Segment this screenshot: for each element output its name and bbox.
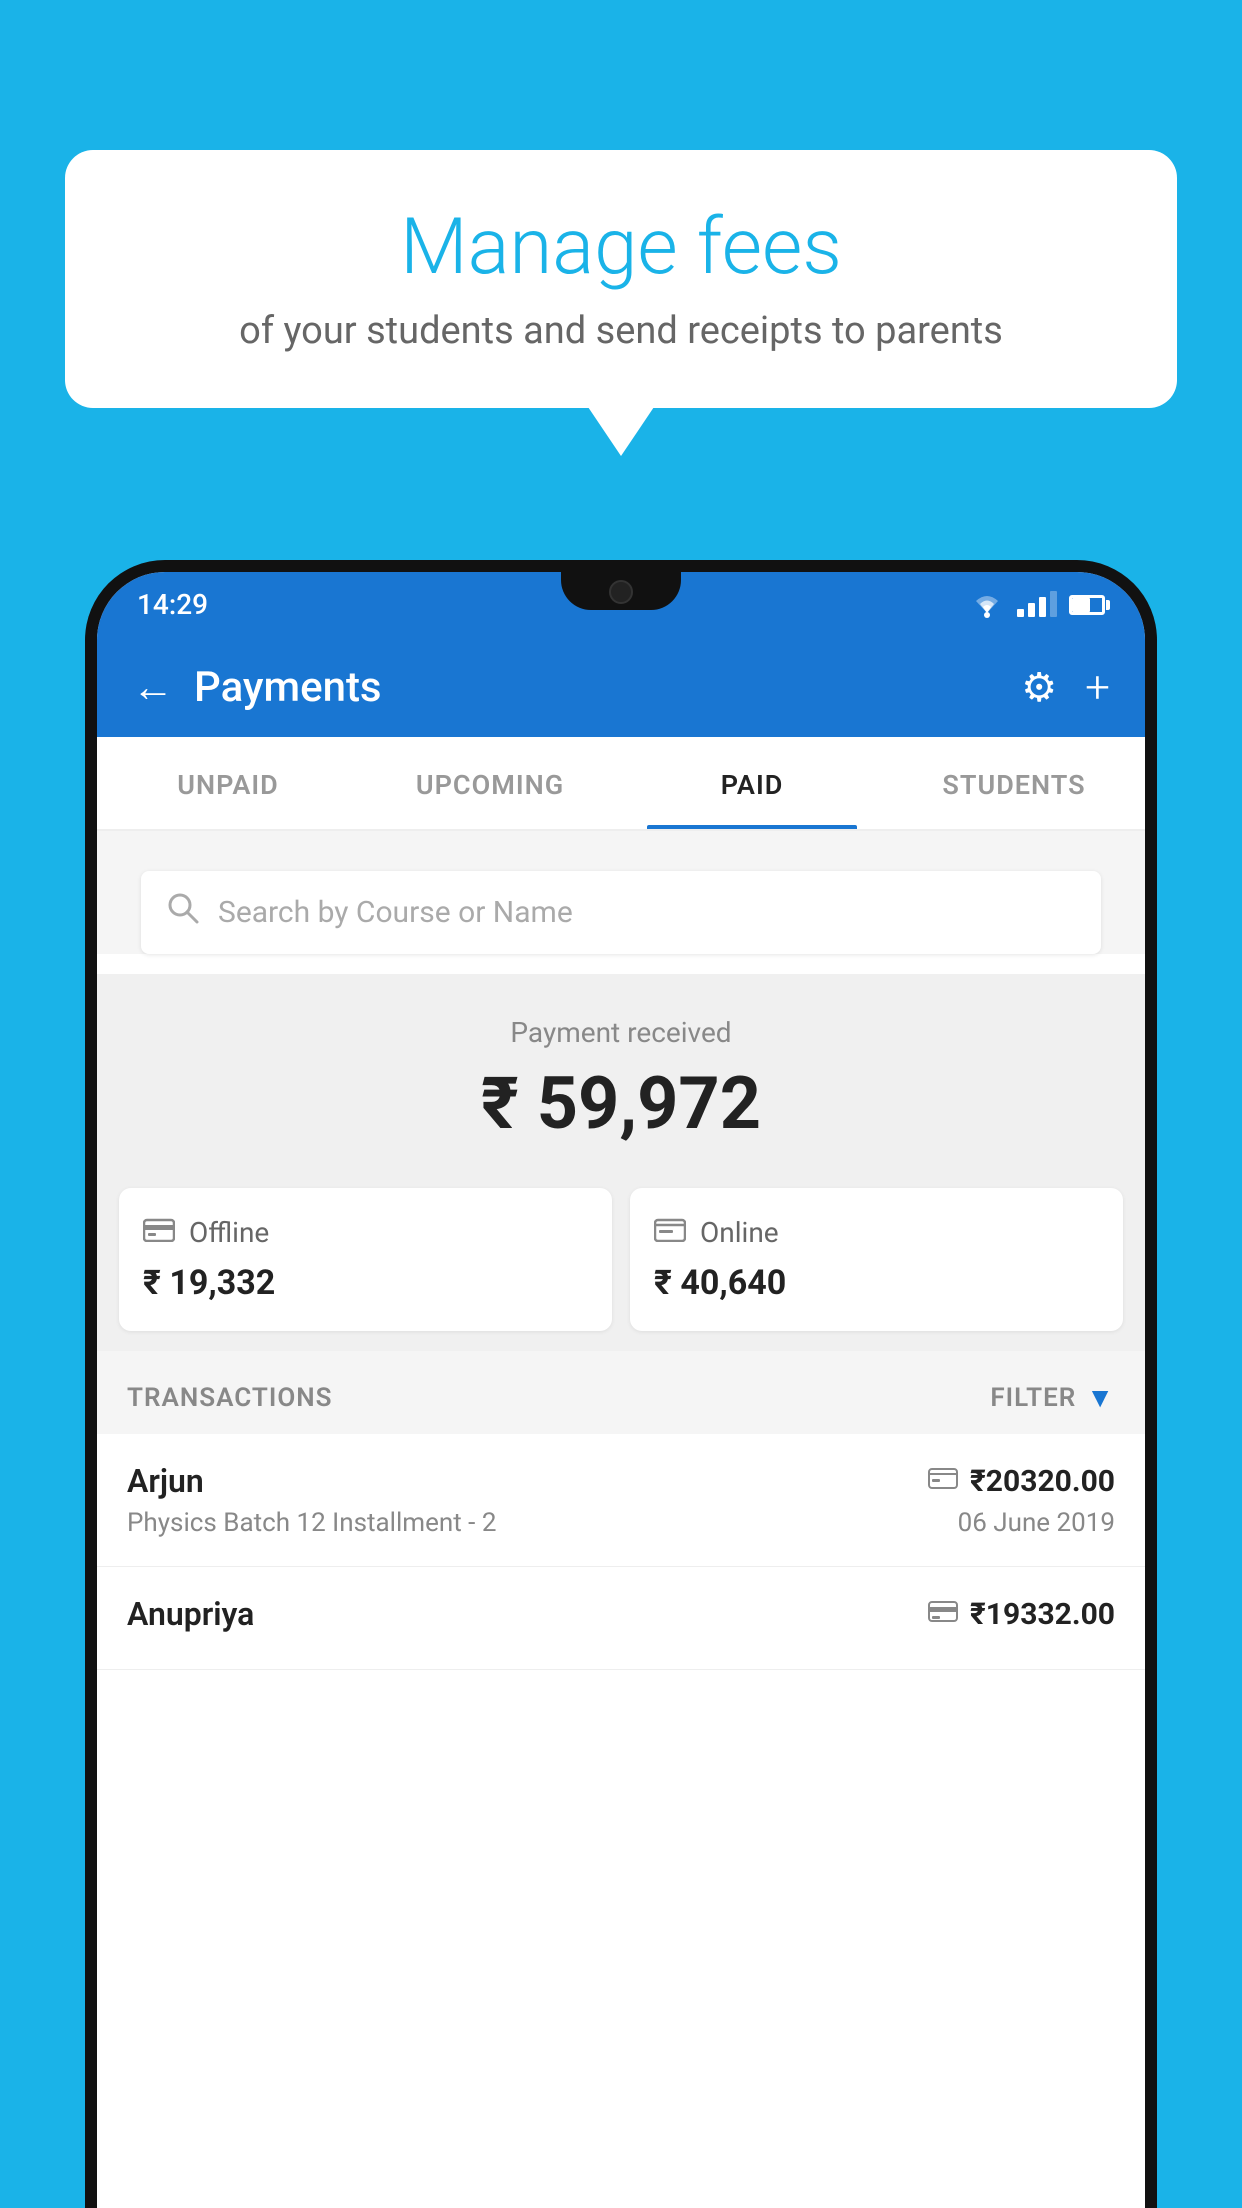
status-time: 14:29 xyxy=(137,588,208,621)
transactions-list: Arjun ₹20320.00 Physics Batch 1 xyxy=(97,1434,1145,1670)
payment-cards-row: Offline ₹ 19,332 Online ₹ 40,640 xyxy=(97,1188,1145,1351)
speech-bubble: Manage fees of your students and send re… xyxy=(65,150,1177,408)
online-label: Online xyxy=(700,1216,779,1249)
offline-amount: ₹ 19,332 xyxy=(143,1263,588,1303)
transaction-name: Anupriya xyxy=(127,1595,254,1633)
online-icon xyxy=(654,1216,686,1249)
transaction-date: 06 June 2019 xyxy=(958,1508,1115,1538)
search-bar[interactable]: Search by Course or Name xyxy=(141,871,1101,954)
transaction-amount-wrap: ₹20320.00 xyxy=(928,1464,1115,1499)
filter-label: FILTER xyxy=(990,1383,1076,1413)
transaction-amount: ₹20320.00 xyxy=(970,1464,1115,1499)
tab-upcoming[interactable]: UPCOMING xyxy=(359,737,621,829)
status-icons xyxy=(969,591,1105,619)
payment-received-section: Payment received ₹ 59,972 xyxy=(97,974,1145,1188)
add-icon[interactable]: + xyxy=(1085,661,1110,713)
tabs-bar: UNPAID UPCOMING PAID STUDENTS xyxy=(97,737,1145,831)
offline-label: Offline xyxy=(189,1216,269,1249)
transaction-top-row: Arjun ₹20320.00 xyxy=(127,1462,1115,1500)
search-icon xyxy=(166,891,200,934)
phone-notch xyxy=(561,572,681,610)
table-row[interactable]: Anupriya ₹19332.00 xyxy=(97,1567,1145,1670)
transaction-type-icon xyxy=(928,1599,958,1630)
payment-received-label: Payment received xyxy=(127,1016,1115,1049)
phone-screen: 14:29 xyxy=(97,572,1145,2208)
search-placeholder: Search by Course or Name xyxy=(218,895,573,930)
signal-icon xyxy=(1017,593,1057,617)
transaction-name: Arjun xyxy=(127,1462,204,1500)
front-camera xyxy=(609,580,633,604)
transactions-header: TRANSACTIONS FILTER ▼ xyxy=(97,1351,1145,1434)
transaction-course: Physics Batch 12 Installment - 2 xyxy=(127,1508,496,1538)
transaction-top-row: Anupriya ₹19332.00 xyxy=(127,1595,1115,1633)
tab-paid[interactable]: PAID xyxy=(621,737,883,829)
filter-icon: ▼ xyxy=(1086,1381,1115,1414)
back-button[interactable]: ← xyxy=(132,663,174,712)
offline-payment-card: Offline ₹ 19,332 xyxy=(119,1188,612,1331)
transaction-type-icon xyxy=(928,1466,958,1497)
offline-icon xyxy=(143,1216,175,1249)
online-payment-card: Online ₹ 40,640 xyxy=(630,1188,1123,1331)
app-bar-title: Payments xyxy=(194,663,1021,712)
filter-button[interactable]: FILTER ▼ xyxy=(990,1381,1115,1414)
phone-mockup: 14:29 xyxy=(85,560,1157,2208)
transactions-label: TRANSACTIONS xyxy=(127,1383,333,1413)
tab-unpaid[interactable]: UNPAID xyxy=(97,737,359,829)
transaction-amount-wrap: ₹19332.00 xyxy=(928,1597,1115,1632)
transaction-amount: ₹19332.00 xyxy=(970,1597,1115,1632)
payment-received-amount: ₹ 59,972 xyxy=(127,1061,1115,1146)
speech-bubble-container: Manage fees of your students and send re… xyxy=(65,150,1177,408)
speech-bubble-subtitle: of your students and send receipts to pa… xyxy=(125,309,1117,353)
app-bar-actions: ⚙ + xyxy=(1021,661,1110,713)
offline-card-header: Offline xyxy=(143,1216,588,1249)
battery-icon xyxy=(1069,595,1105,615)
app-bar: ← Payments ⚙ + xyxy=(97,637,1145,737)
table-row[interactable]: Arjun ₹20320.00 Physics Batch 1 xyxy=(97,1434,1145,1567)
online-card-header: Online xyxy=(654,1216,1099,1249)
speech-bubble-title: Manage fees xyxy=(125,205,1117,291)
transaction-bottom-row: Physics Batch 12 Installment - 2 06 June… xyxy=(127,1508,1115,1538)
settings-icon[interactable]: ⚙ xyxy=(1021,664,1057,711)
wifi-icon xyxy=(969,591,1005,619)
tab-students[interactable]: STUDENTS xyxy=(883,737,1145,829)
online-amount: ₹ 40,640 xyxy=(654,1263,1099,1303)
